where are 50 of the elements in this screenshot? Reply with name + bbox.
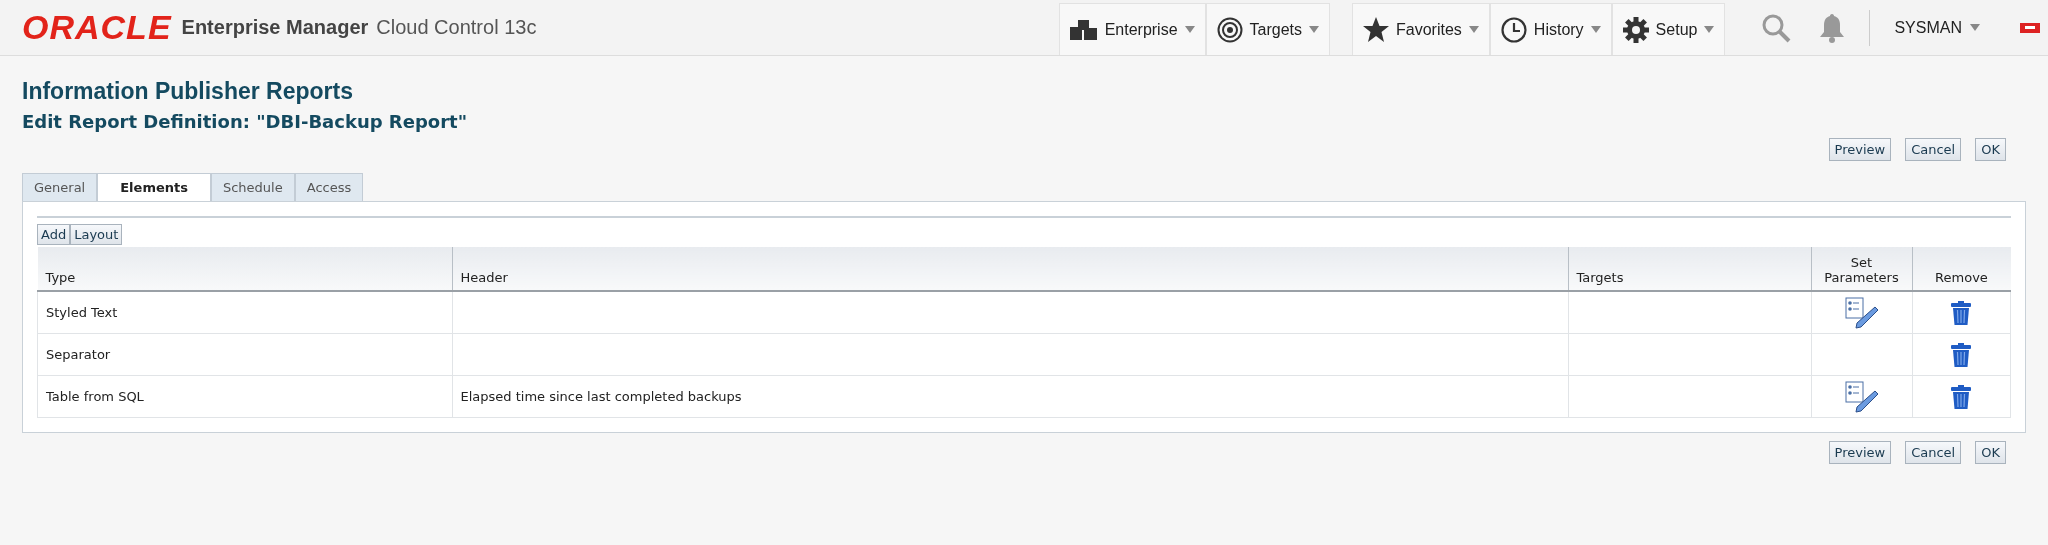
logo: ORACLE [22,8,172,47]
action-button[interactable]: OK [1975,441,2006,464]
action-button[interactable]: Cancel [1905,441,1962,464]
trash-icon[interactable] [1951,300,1972,325]
trash-icon[interactable] [1951,342,1972,367]
nav-menu[interactable]: Targets [1205,3,1331,55]
flag-icon [2020,22,2040,33]
nav-menu[interactable]: Setup [1611,3,1726,55]
toolbar-button[interactable]: Layout [70,224,123,245]
product-edition: Cloud Control 13c [376,16,537,39]
table-cell: Elapsed time since last completed backups [460,389,742,404]
tab[interactable]: Schedule [210,173,295,201]
action-button[interactable]: Preview [1828,441,1892,464]
page-title: Information Publisher Reports [22,78,354,105]
page-subtitle: Edit Report Definition: "DBI-Backup Report" [22,111,469,132]
search-icon[interactable] [1761,12,1792,43]
product-name: Enterprise Manager [181,16,369,39]
action-button[interactable]: OK [1975,138,2006,161]
action-button[interactable]: Preview [1828,138,1892,161]
column-header: Remove [1912,247,2011,291]
column-header: Header [452,247,1568,291]
action-button[interactable]: Cancel [1905,138,1962,161]
nav-menu[interactable]: Favorites [1352,3,1490,55]
toolbar-button[interactable]: Add [37,224,71,245]
tab[interactable]: General [22,173,98,201]
edit-parameters-icon[interactable] [1844,380,1879,413]
blocks-icon [1069,18,1098,41]
column-header: Targets [1568,247,1811,291]
column-header: Type [37,247,452,291]
caret-icon [1309,26,1320,33]
tab[interactable]: Elements [97,173,211,201]
column-header: Set Parameters [1811,247,1912,291]
edit-parameters-icon[interactable] [1844,296,1879,329]
caret-icon [1704,26,1715,33]
user-menu[interactable]: SYSMAN [1894,18,1980,37]
nav-menu[interactable]: History [1489,3,1612,55]
trash-icon[interactable] [1951,384,1972,409]
star-icon [1363,17,1390,42]
target-icon [1216,16,1243,43]
caret-icon [1970,24,1980,31]
bell-icon[interactable] [1819,12,1846,43]
nav-menu[interactable]: Enterprise [1058,3,1206,55]
caret-icon [1184,26,1195,33]
caret-icon [1590,26,1601,33]
table-cell: Styled Text [37,291,452,334]
clock-icon [1500,16,1527,43]
caret-icon [1468,26,1479,33]
table-cell: Table from SQL [37,375,452,418]
tab[interactable]: Access [294,173,364,201]
table-cell: Separator [37,333,452,376]
